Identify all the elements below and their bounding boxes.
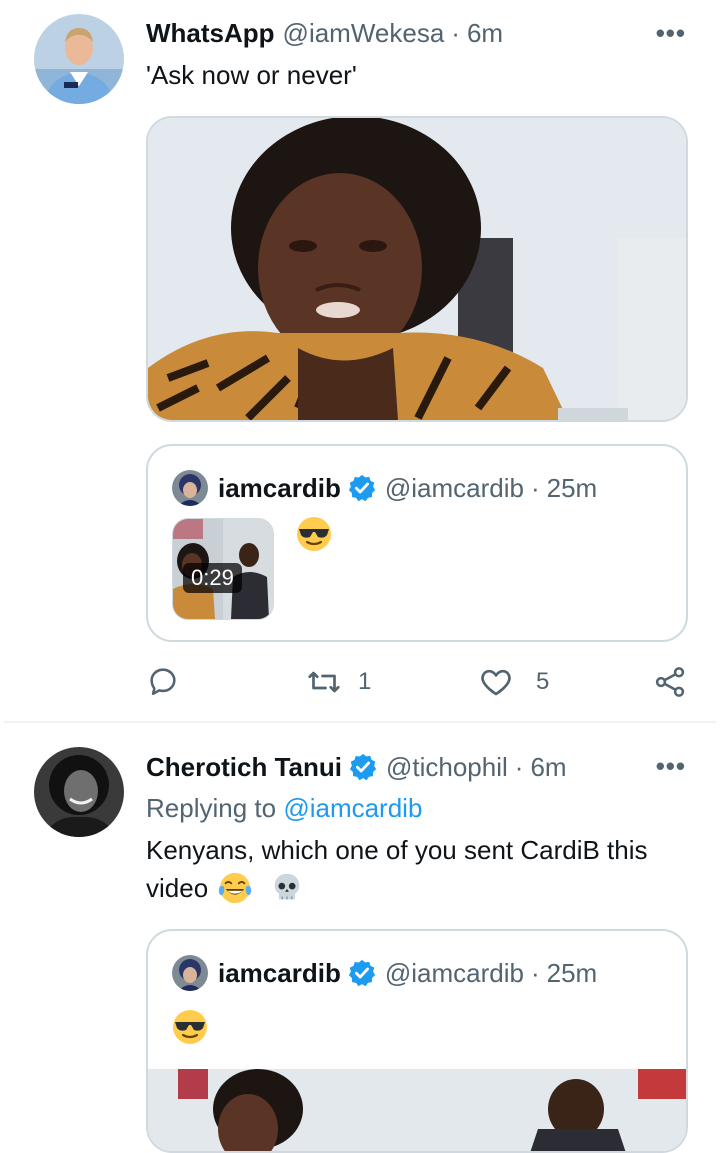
- quoted-display-name[interactable]: iamcardib: [218, 958, 341, 989]
- replying-to: Replying to @iamcardib: [146, 789, 422, 827]
- separator-dot: ·: [530, 957, 540, 988]
- timestamp[interactable]: 6m: [530, 752, 566, 783]
- quoted-avatar[interactable]: [172, 470, 208, 506]
- display-name[interactable]: WhatsApp: [146, 18, 275, 49]
- quoted-tweet-header: iamcardib @iamcardib · 25m: [172, 955, 597, 991]
- tweet-media-image[interactable]: [146, 116, 688, 422]
- verified-badge-icon: [348, 474, 375, 502]
- retweet-button[interactable]: 1: [306, 664, 371, 700]
- reply-button[interactable]: [146, 664, 180, 698]
- quoted-display-name[interactable]: iamcardib: [218, 473, 341, 504]
- user-handle[interactable]: @tichophil: [386, 752, 508, 783]
- tears-of-joy-emoji-icon: [218, 872, 252, 904]
- share-button[interactable]: [652, 664, 688, 700]
- tweet-header: WhatsApp @iamWekesa · 6m: [146, 16, 503, 50]
- quoted-tweet[interactable]: iamcardib @iamcardib · 25m: [146, 929, 688, 1153]
- quoted-video-thumbnail[interactable]: 0:29: [172, 518, 274, 620]
- retweet-icon: [308, 671, 340, 693]
- retweet-count: 1: [358, 668, 372, 695]
- tweet-header: Cherotich Tanui @tichophil · 6m: [146, 749, 567, 785]
- tweet-text: Kenyans, which one of you sent CardiB th…: [146, 831, 706, 907]
- video-duration-badge: 0:29: [183, 563, 242, 593]
- tweet-whatsapp[interactable]: WhatsApp @iamWekesa · 6m ••• 'Ask now or…: [0, 0, 720, 722]
- avatar[interactable]: [34, 747, 124, 837]
- quoted-avatar[interactable]: [172, 955, 208, 991]
- tweet-text-line: Kenyans, which one of you sent CardiB th…: [146, 835, 648, 865]
- quoted-handle[interactable]: @iamcardib: [385, 473, 524, 504]
- separator-dot: ·: [451, 17, 460, 48]
- quoted-tweet-header: iamcardib @iamcardib · 25m: [172, 470, 597, 506]
- reply-icon: [150, 668, 176, 696]
- quoted-handle[interactable]: @iamcardib: [385, 958, 524, 989]
- verified-badge-icon: [349, 753, 377, 781]
- tweet-text-line: video: [146, 873, 209, 903]
- replying-to-link[interactable]: @iamcardib: [283, 793, 422, 823]
- like-count: 5: [536, 668, 550, 695]
- display-name[interactable]: Cherotich Tanui: [146, 752, 342, 783]
- heart-icon: [481, 669, 511, 696]
- user-handle[interactable]: @iamWekesa: [283, 18, 445, 49]
- more-horizontal-icon[interactable]: •••: [656, 18, 686, 49]
- quoted-timestamp[interactable]: 25m: [547, 958, 598, 989]
- sunglasses-emoji-icon: [297, 517, 331, 551]
- quoted-media-image[interactable]: [148, 1069, 686, 1151]
- skull-emoji-icon: [274, 873, 300, 900]
- quoted-timestamp[interactable]: 25m: [547, 473, 598, 504]
- like-button[interactable]: 5: [478, 664, 549, 700]
- separator-dot: ·: [514, 751, 524, 782]
- timestamp[interactable]: 6m: [467, 18, 503, 49]
- separator-dot: ·: [530, 472, 540, 503]
- quoted-tweet[interactable]: iamcardib @iamcardib · 25m 0:29: [146, 444, 688, 642]
- replying-to-label: Replying to: [146, 793, 277, 823]
- avatar[interactable]: [34, 14, 124, 104]
- tweet-text: 'Ask now or never': [146, 60, 357, 90]
- more-horizontal-icon[interactable]: •••: [656, 751, 686, 782]
- sunglasses-emoji-icon: [173, 1010, 207, 1044]
- verified-badge-icon: [348, 959, 375, 987]
- share-icon: [655, 667, 685, 697]
- tweet-cherotich[interactable]: Cherotich Tanui @tichophil · 6m ••• Repl…: [0, 723, 720, 1153]
